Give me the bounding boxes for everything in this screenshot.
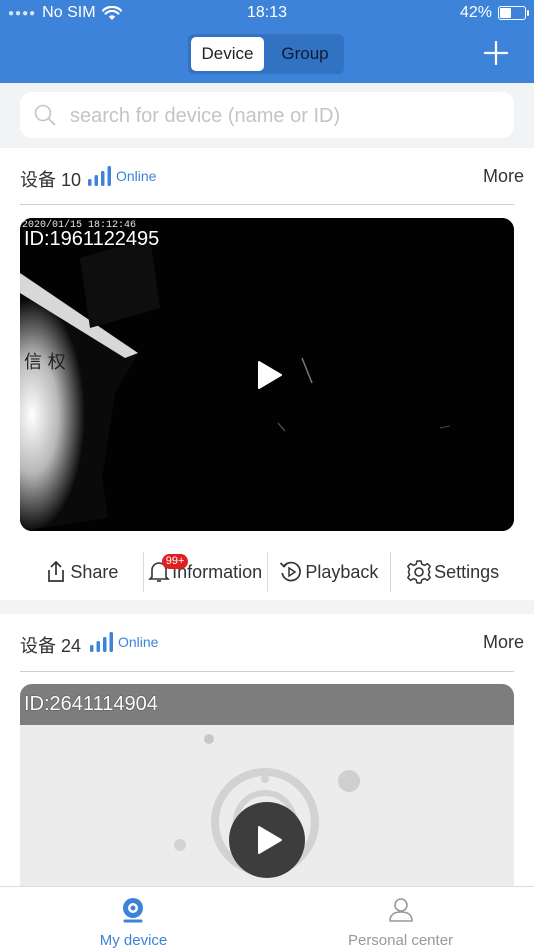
notification-badge: 99+: [161, 554, 189, 569]
device-id: ID:1961122495: [24, 228, 160, 250]
online-status: Online: [116, 168, 157, 184]
person-icon: [389, 898, 413, 922]
play-icon[interactable]: [257, 360, 283, 390]
divider: [20, 671, 514, 672]
share-label: Share: [70, 561, 119, 582]
play-icon[interactable]: [228, 801, 306, 879]
battery-icon: [498, 6, 529, 20]
plus-icon[interactable]: [484, 41, 508, 65]
search-icon: [34, 104, 56, 126]
tab-label: My device: [99, 932, 168, 949]
playback-label: Playback: [305, 561, 379, 582]
information-button[interactable]: 99+ Information: [144, 550, 267, 594]
tab-label: Personal center: [347, 932, 454, 949]
clock: 18:13: [246, 4, 288, 21]
device-name: 设备 24: [20, 636, 82, 656]
device-actions: Share 99+ Information Playback Settings: [20, 550, 514, 594]
tab-personal-center[interactable]: Personal center: [267, 887, 534, 951]
video-preview[interactable]: ID:2641114904: [20, 684, 514, 904]
device-card: 设备 24 Online More ID:2641114904: [0, 614, 534, 904]
online-status: Online: [118, 634, 159, 650]
playback-button[interactable]: Playback: [268, 550, 391, 594]
camera-icon: [123, 898, 143, 923]
app-header: ●●●● No SIM 18:13 42% Device Group: [0, 0, 534, 83]
tab-my-device[interactable]: My device: [0, 887, 267, 951]
gear-icon: [407, 560, 432, 584]
device-header: 设备 10 Online More: [20, 148, 524, 204]
device-card: 设备 10 Online More 信 权 2020/01/15 18:12:4…: [0, 148, 534, 600]
settings-button[interactable]: Settings: [391, 550, 514, 594]
status-bar: ●●●● No SIM 18:13 42%: [0, 0, 534, 26]
playback-icon: [280, 561, 302, 582]
signal-strength-icon: [90, 632, 113, 652]
search-bar-area: [0, 83, 534, 147]
settings-label: Settings: [434, 561, 500, 582]
tab-device[interactable]: Device: [191, 37, 264, 71]
signal-strength-icon: [88, 166, 111, 186]
divider: [20, 204, 514, 205]
bottom-tab-bar: My device Personal center: [0, 886, 534, 951]
share-button[interactable]: Share: [20, 550, 143, 594]
battery-percent: 42%: [459, 4, 492, 21]
tab-group[interactable]: Group: [270, 37, 340, 71]
device-group-switch: Device Group: [188, 34, 344, 74]
device-name: 设备 10: [20, 170, 82, 190]
video-preview[interactable]: 信 权 2020/01/15 18:12:46 ID:1961122495: [20, 218, 514, 531]
device-id: ID:2641114904: [24, 693, 158, 715]
battery-group: 42%: [459, 4, 529, 22]
more-button[interactable]: More: [483, 166, 524, 187]
search-input[interactable]: [68, 92, 502, 140]
share-icon: [48, 560, 65, 582]
more-button[interactable]: More: [483, 632, 524, 653]
search-box: [20, 92, 514, 140]
svg-text:信 权: 信 权: [24, 352, 66, 373]
device-header: 设备 24 Online More: [20, 614, 524, 670]
